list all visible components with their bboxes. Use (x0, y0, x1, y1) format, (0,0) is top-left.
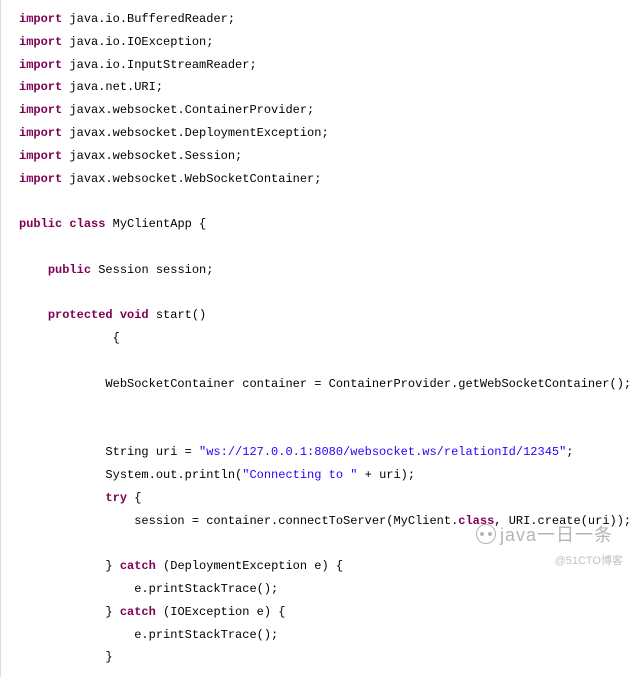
code-token: import (19, 149, 62, 163)
code-token: javax.websocket.WebSocketContainer; (62, 172, 321, 186)
code-token: WebSocketContainer container = Container… (19, 377, 631, 391)
code-token: Session session; (91, 263, 213, 277)
code-token (113, 308, 120, 322)
code-token: System.out.println( (19, 468, 242, 482)
code-token: public (48, 263, 91, 277)
code-token: catch (120, 559, 156, 573)
code-token (19, 422, 26, 436)
code-token: import (19, 80, 62, 94)
code-token: class (458, 514, 494, 528)
code-token: java.net.URI; (62, 80, 163, 94)
code-token: } (19, 559, 120, 573)
code-token: import (19, 103, 62, 117)
code-token (19, 491, 105, 505)
code-token: , URI.create(uri)); (494, 514, 631, 528)
code-token (19, 536, 26, 550)
code-token: start() (149, 308, 207, 322)
code-token: { (127, 491, 141, 505)
code-token: } (19, 605, 120, 619)
code-token: ; (566, 445, 573, 459)
code-token: MyClientApp { (105, 217, 206, 231)
code-token: javax.websocket.ContainerProvider; (62, 103, 314, 117)
code-token: protected (48, 308, 113, 322)
code-token (19, 263, 48, 277)
code-token: import (19, 58, 62, 72)
code-token: java.io.InputStreamReader; (62, 58, 256, 72)
code-token (19, 354, 26, 368)
code-token (19, 308, 48, 322)
code-token: javax.websocket.Session; (62, 149, 242, 163)
code-token: void (120, 308, 149, 322)
code-token: catch (120, 605, 156, 619)
code-token: String uri = (19, 445, 199, 459)
code-token: { (19, 331, 120, 345)
code-token: try (105, 491, 127, 505)
code-token: javax.websocket.DeploymentException; (62, 126, 328, 140)
code-token: e.printStackTrace(); (19, 628, 278, 642)
code-token: (IOException e) { (156, 605, 286, 619)
code-token: public (19, 217, 62, 231)
code-token: import (19, 35, 62, 49)
code-token (19, 194, 26, 208)
code-token: (DeploymentException e) { (156, 559, 343, 573)
code-token: import (19, 12, 62, 26)
code-token: java.io.IOException; (62, 35, 213, 49)
code-token: } (19, 650, 113, 664)
code-token: import (19, 126, 62, 140)
code-token: "ws://127.0.0.1:8080/websocket.ws/relati… (199, 445, 566, 459)
code-token: java.io.BufferedReader; (62, 12, 235, 26)
code-token (19, 240, 26, 254)
code-token: + uri); (357, 468, 415, 482)
code-token (19, 400, 26, 414)
code-token: e.printStackTrace(); (19, 582, 278, 596)
code-block: import java.io.BufferedReader; import ja… (0, 0, 641, 677)
code-token: class (69, 217, 105, 231)
code-token: "Connecting to " (242, 468, 357, 482)
code-token: import (19, 172, 62, 186)
code-token: session = container.connectToServer(MyCl… (19, 514, 458, 528)
code-token (19, 286, 26, 300)
